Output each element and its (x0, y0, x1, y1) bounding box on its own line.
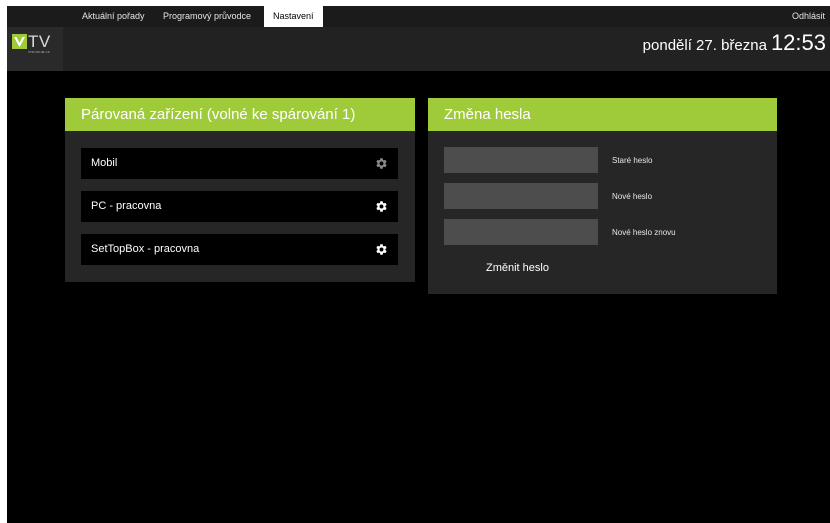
device-item-mobil[interactable]: Mobil (81, 148, 398, 179)
paired-devices-panel: Párovaná zařízení (volné ke spárování 1)… (65, 98, 415, 282)
gear-icon[interactable] (375, 200, 388, 213)
change-password-title: Změna hesla (428, 98, 777, 131)
tab-nastaveni[interactable]: Nastavení (264, 6, 323, 27)
tab-aktualni-porady[interactable]: Aktuální pořady (82, 6, 145, 27)
old-password-label: Staré heslo (612, 156, 653, 165)
header-bar: pondělí 27. března 12:53 (63, 27, 830, 71)
paired-devices-title: Párovaná zařízení (volné ke spárování 1) (65, 98, 415, 131)
current-date: pondělí 27. března (642, 37, 767, 54)
current-time: 12:53 (770, 30, 826, 55)
new-password-input[interactable] (444, 183, 598, 209)
app-logo[interactable]: TV VISIONUM.CZ (7, 27, 63, 71)
confirm-password-label: Nové heslo znovu (612, 228, 676, 237)
top-nav-bar: Aktuální pořady Programový průvodce Nast… (7, 6, 830, 28)
device-name: Mobil (91, 157, 118, 169)
gear-icon[interactable] (375, 243, 388, 256)
logo-text: TV (28, 32, 51, 51)
device-name: SetTopBox - pracovna (91, 243, 200, 255)
change-password-button[interactable]: Změnit heslo (486, 262, 549, 274)
change-password-panel: Změna hesla Staré heslo Nové heslo Nové … (428, 98, 777, 294)
logo-subtext: VISIONUM.CZ (28, 50, 50, 54)
tab-programovy-pruvodce[interactable]: Programový průvodce (163, 6, 251, 27)
gear-icon[interactable] (375, 157, 388, 170)
old-password-input[interactable] (444, 147, 598, 173)
device-item-settopbox-pracovna[interactable]: SetTopBox - pracovna (81, 234, 398, 265)
logout-link[interactable]: Odhlásit (792, 6, 825, 27)
device-item-pc-pracovna[interactable]: PC - pracovna (81, 191, 398, 222)
datetime: pondělí 27. března 12:53 (643, 30, 826, 56)
checkmark-v-icon (12, 34, 27, 49)
confirm-password-input[interactable] (444, 219, 598, 245)
new-password-label: Nové heslo (612, 192, 653, 201)
app-frame: Aktuální pořady Programový průvodce Nast… (7, 6, 830, 523)
device-name: PC - pracovna (91, 200, 162, 212)
